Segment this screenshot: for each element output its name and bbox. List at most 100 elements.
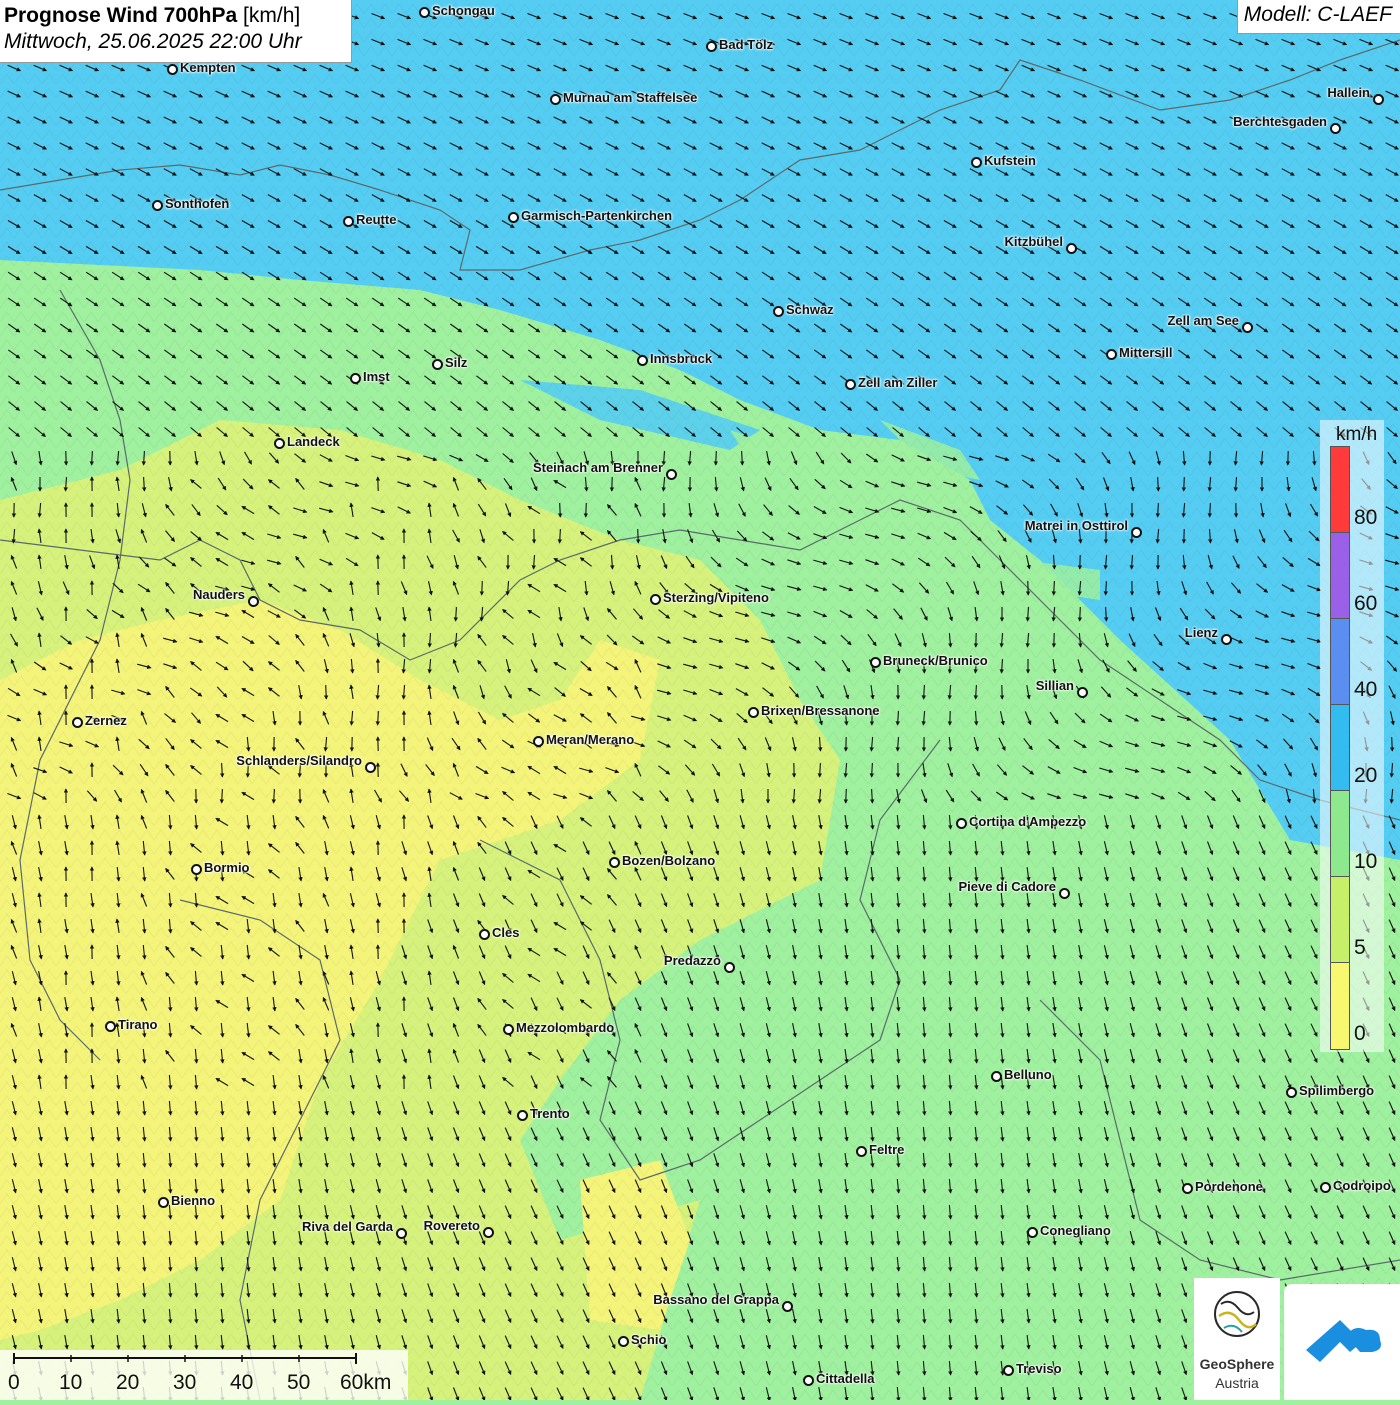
city-marker[interactable] xyxy=(650,594,661,605)
city-marker[interactable] xyxy=(609,857,620,868)
city-label: Bassano del Grappa xyxy=(653,1292,779,1307)
city-label: Mezzolombardo xyxy=(516,1020,614,1035)
legend-tick: 60 xyxy=(1354,592,1377,616)
city-label: Bruneck/Brunico xyxy=(883,653,988,668)
city-label: Matrei in Osttirol xyxy=(1025,518,1128,533)
scale-tick: 10 xyxy=(59,1371,82,1395)
city-marker[interactable] xyxy=(1131,527,1142,538)
wind-arrow xyxy=(1184,477,1185,491)
city-marker[interactable] xyxy=(396,1228,407,1239)
city-marker[interactable] xyxy=(1286,1087,1297,1098)
wind-arrow xyxy=(1080,607,1081,621)
city-marker[interactable] xyxy=(152,200,163,211)
wind-arrow xyxy=(560,503,561,517)
city-label: Bienno xyxy=(171,1193,215,1208)
city-label: Rovereto xyxy=(424,1218,480,1233)
city-marker[interactable] xyxy=(483,1227,494,1238)
city-marker[interactable] xyxy=(706,41,717,52)
city-marker[interactable] xyxy=(365,762,376,773)
city-marker[interactable] xyxy=(343,216,354,227)
city-label: Cortina d'Ampezzo xyxy=(969,814,1086,829)
city-marker[interactable] xyxy=(158,1197,169,1208)
scale-tick: 20 xyxy=(116,1371,139,1395)
city-label: Schio xyxy=(631,1332,666,1347)
city-marker[interactable] xyxy=(1330,123,1341,134)
city-label: Silz xyxy=(445,355,467,370)
wind-arrow xyxy=(846,789,847,803)
city-label: Spilimbergo xyxy=(1299,1083,1374,1098)
city-marker[interactable] xyxy=(503,1024,514,1035)
city-label: Hallein xyxy=(1327,85,1370,100)
city-marker[interactable] xyxy=(845,379,856,390)
city-marker[interactable] xyxy=(419,7,430,18)
city-marker[interactable] xyxy=(1003,1365,1014,1376)
city-marker[interactable] xyxy=(517,1110,528,1121)
city-label: Zernez xyxy=(85,713,127,728)
city-marker[interactable] xyxy=(1221,634,1232,645)
legend-tick: 80 xyxy=(1354,506,1377,530)
color-legend: km/h 80 60 40 20 10 5 0 xyxy=(1320,420,1384,1052)
city-marker[interactable] xyxy=(856,1146,867,1157)
city-marker[interactable] xyxy=(773,306,784,317)
map-subtitle: Mittwoch, 25.06.2025 22:00 Uhr xyxy=(4,30,351,54)
wind-arrow xyxy=(716,451,717,465)
legend-tick: 20 xyxy=(1354,764,1377,788)
city-marker[interactable] xyxy=(1027,1227,1038,1238)
scale-tick: 40 xyxy=(230,1371,253,1395)
city-marker[interactable] xyxy=(991,1071,1002,1082)
city-marker[interactable] xyxy=(1373,94,1384,105)
legend-segment-5 xyxy=(1331,877,1349,963)
city-marker[interactable] xyxy=(618,1336,629,1347)
app-logo[interactable] xyxy=(1284,1284,1400,1400)
city-marker[interactable] xyxy=(956,818,967,829)
city-marker[interactable] xyxy=(167,64,178,75)
city-marker[interactable] xyxy=(870,657,881,668)
city-marker[interactable] xyxy=(1059,888,1070,899)
geosphere-name: GeoSphere xyxy=(1194,1356,1280,1372)
scale-tick: 0 xyxy=(8,1371,20,1395)
city-marker[interactable] xyxy=(748,707,759,718)
city-label: Trento xyxy=(530,1106,570,1121)
city-marker[interactable] xyxy=(782,1301,793,1312)
city-marker[interactable] xyxy=(432,359,443,370)
city-marker[interactable] xyxy=(971,157,982,168)
city-label: Belluno xyxy=(1004,1067,1052,1082)
legend-tick: 10 xyxy=(1354,850,1377,874)
city-marker[interactable] xyxy=(248,596,259,607)
city-marker[interactable] xyxy=(637,355,648,366)
city-label: Schlanders/Silandro xyxy=(236,753,362,768)
city-marker[interactable] xyxy=(479,929,490,940)
city-marker[interactable] xyxy=(1182,1183,1193,1194)
city-label: Murnau am Staffelsee xyxy=(563,90,697,105)
city-marker[interactable] xyxy=(550,94,561,105)
scale-bar: 0 10 20 30 40 50 60km xyxy=(0,1350,408,1400)
city-marker[interactable] xyxy=(508,212,519,223)
city-marker[interactable] xyxy=(1066,243,1077,254)
city-label: Kufstein xyxy=(984,153,1036,168)
city-label: Steinach am Brenner xyxy=(533,460,663,475)
city-label: Bad Tölz xyxy=(719,37,773,52)
city-marker[interactable] xyxy=(1242,322,1253,333)
city-marker[interactable] xyxy=(72,717,83,728)
geosphere-country: Austria xyxy=(1194,1375,1280,1391)
city-marker[interactable] xyxy=(350,373,361,384)
geosphere-logo[interactable]: GeoSphere Austria xyxy=(1194,1278,1280,1400)
city-label: Bozen/Bolzano xyxy=(622,853,715,868)
map-title-unit: [km/h] xyxy=(237,4,300,27)
city-label: Zell am See xyxy=(1167,313,1239,328)
city-marker[interactable] xyxy=(105,1021,116,1032)
legend-segment-60 xyxy=(1331,533,1349,619)
city-marker[interactable] xyxy=(191,864,202,875)
city-label: Schwaz xyxy=(786,302,834,317)
city-marker[interactable] xyxy=(803,1375,814,1386)
city-marker[interactable] xyxy=(724,962,735,973)
legend-tick: 5 xyxy=(1354,936,1366,960)
legend-tick: 40 xyxy=(1354,678,1377,702)
scale-tick: 30 xyxy=(173,1371,196,1395)
city-marker[interactable] xyxy=(666,469,677,480)
city-marker[interactable] xyxy=(1320,1182,1331,1193)
city-marker[interactable] xyxy=(274,438,285,449)
city-marker[interactable] xyxy=(1106,349,1117,360)
city-marker[interactable] xyxy=(1077,687,1088,698)
city-marker[interactable] xyxy=(533,736,544,747)
